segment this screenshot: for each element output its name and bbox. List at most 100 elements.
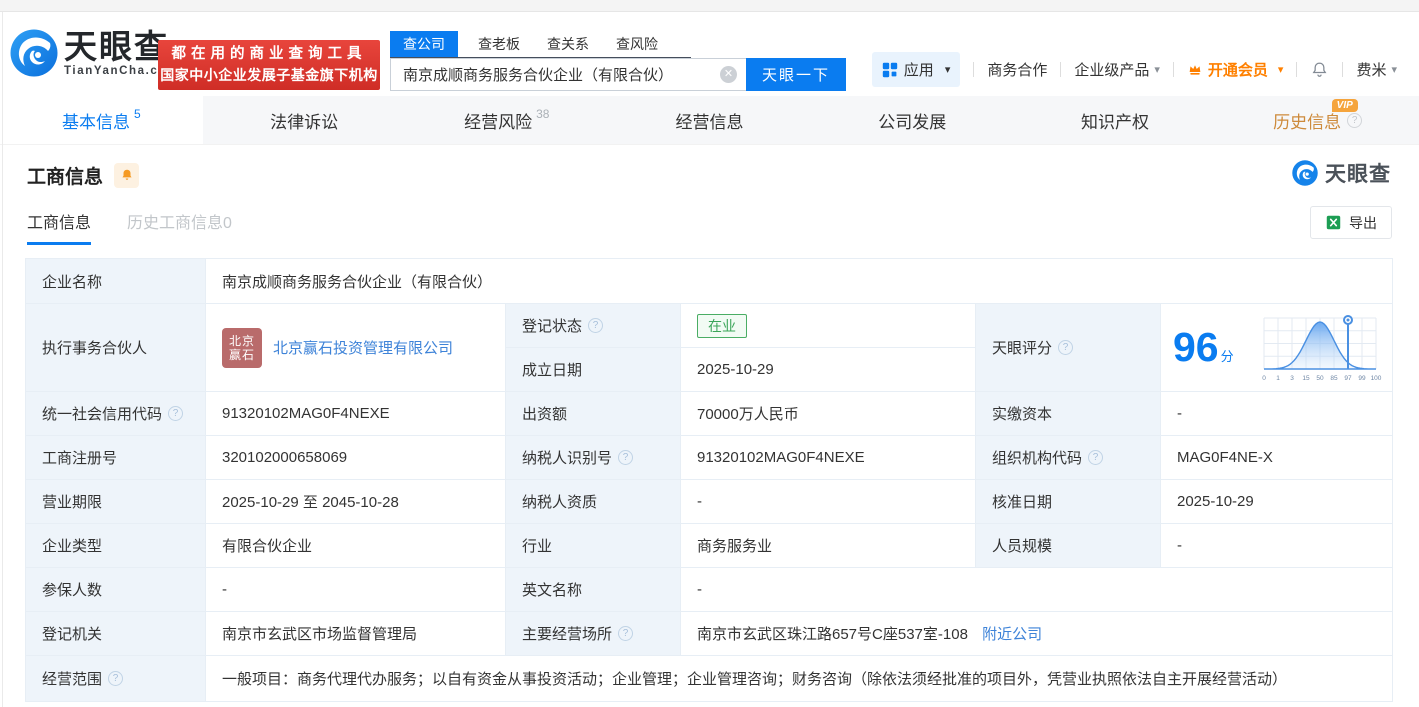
approval-date-value: 2025-10-29 [1159, 479, 1394, 524]
watermark-text: 天眼查 [1325, 163, 1391, 186]
credit-code-value: 91320102MAG0F4NEXE [205, 391, 506, 436]
reg-number-value: 320102000658069 [205, 435, 506, 480]
clear-search-icon[interactable]: ✕ [720, 66, 737, 83]
establish-date-value: 2025-10-29 [680, 347, 976, 392]
page-edge-line [2, 12, 3, 707]
tab-label: 经营信息 [675, 112, 744, 132]
nav-enterprise-products[interactable]: 企业级产品 ▾ [1074, 59, 1160, 80]
search-tab-risk[interactable]: 查风险 [616, 31, 658, 57]
help-icon[interactable]: ? [1058, 340, 1074, 355]
field-label: 实缴资本 [975, 391, 1161, 436]
export-label: 导出 [1349, 214, 1377, 231]
nav-cooperation[interactable]: 商务合作 [987, 59, 1047, 80]
user-menu[interactable]: 费米 ▾ [1356, 59, 1397, 80]
partner-company-link[interactable]: 北京赢石投资管理有限公司 [273, 337, 453, 358]
tab-operating-info[interactable]: 经营信息 [608, 96, 811, 144]
business-scope-value: 一般项目：商务代理代办服务；以自有资金从事投资活动；企业管理；企业管理咨询；财务… [204, 655, 1394, 702]
slogan-line2: 国家中小企业发展子基金旗下机构 [160, 67, 378, 83]
field-label: 出资额 [505, 391, 681, 436]
search-tab-relation[interactable]: 查关系 [547, 31, 589, 57]
table-row: 统一社会信用代码? 91320102MAG0F4NEXE 出资额 70000万人… [25, 391, 1394, 436]
insured-count-value: - [205, 567, 506, 612]
export-button[interactable]: 导出 [1310, 206, 1392, 239]
field-label: 纳税人资质 [505, 479, 681, 524]
field-label: 英文名称 [505, 567, 681, 612]
apps-label: 应用 [903, 62, 934, 79]
english-name-value: - [679, 567, 1394, 612]
chevron-down-icon: ▾ [1391, 64, 1397, 76]
slogan-line1: 都在用的商业查询工具 [171, 46, 367, 62]
help-icon[interactable]: ? [618, 626, 634, 641]
help-icon[interactable]: ? [1088, 450, 1104, 465]
tianyancha-logo[interactable]: 天眼查 TianYanCha.com [10, 29, 179, 77]
help-icon[interactable]: ? [588, 318, 604, 333]
tab-legal-proceedings[interactable]: 法律诉讼 [203, 96, 406, 144]
search-button[interactable]: 天眼一下 [746, 58, 846, 91]
search-input[interactable] [390, 58, 746, 91]
apps-menu[interactable]: 应用 ▾ [871, 52, 961, 87]
tab-intellectual-property[interactable]: 知识产权 [1014, 96, 1217, 144]
taxpayer-id-value: 91320102MAG0F4NEXE [680, 435, 976, 480]
field-label: 登记机关 [25, 611, 206, 656]
svg-text:15: 15 [1302, 375, 1310, 382]
tab-label: 知识产权 [1080, 112, 1149, 132]
svg-text:97: 97 [1344, 375, 1352, 382]
subtab-history-business-info[interactable]: 历史工商信息0 [127, 209, 232, 245]
field-label: 工商注册号 [25, 435, 206, 480]
field-label: 经营范围? [25, 655, 206, 702]
svg-text:100: 100 [1371, 375, 1382, 382]
field-label: 行业 [505, 523, 681, 568]
industry-value: 商务服务业 [680, 523, 976, 568]
nearby-companies-link[interactable]: 附近公司 [982, 626, 1042, 643]
tab-operating-risk[interactable]: 经营风险 38 [405, 96, 608, 144]
field-label: 组织机构代码? [975, 435, 1161, 480]
field-label: 营业期限 [25, 479, 206, 524]
tab-label: 历史信息 [1273, 112, 1342, 132]
partner-logo-line2: 赢石 [228, 347, 255, 362]
apps-grid-icon [882, 62, 897, 77]
chevron-down-icon: ▾ [1154, 64, 1160, 76]
tianyancha-swirl-icon [10, 29, 58, 77]
help-icon[interactable]: ? [108, 671, 124, 686]
field-label: 登记状态? [505, 303, 681, 348]
search-tab-company[interactable]: 查公司 [390, 31, 458, 57]
subscribe-bell-button[interactable] [114, 162, 140, 188]
field-label: 人员规模 [975, 523, 1161, 568]
subtab-business-info[interactable]: 工商信息 [27, 209, 92, 245]
field-label: 统一社会信用代码? [25, 391, 206, 436]
crown-icon [1189, 64, 1201, 75]
tab-company-development[interactable]: 公司发展 [811, 96, 1014, 144]
tab-basic-info[interactable]: 基本信息 5 [0, 96, 203, 144]
notifications-button[interactable] [1310, 60, 1329, 79]
business-info-table: 企业名称 南京成顺商务服务合伙企业（有限合伙） 执行事务合伙人 北京 赢石 北京… [25, 258, 1394, 702]
business-term-value: 2025-10-29 至 2045-10-28 [205, 479, 506, 524]
chevron-down-icon: ▾ [1277, 64, 1284, 76]
help-icon[interactable]: ? [168, 406, 184, 421]
search-tab-boss[interactable]: 查老板 [478, 31, 520, 57]
field-label: 主要经营场所? [505, 611, 681, 656]
site-header: 天眼查 TianYanCha.com 都在用的商业查询工具 国家中小企业发展子基… [0, 12, 1419, 96]
section-title: 工商信息 [27, 166, 104, 188]
field-label: 天眼评分? [975, 303, 1161, 392]
slogan-banner: 都在用的商业查询工具 国家中小企业发展子基金旗下机构 [158, 40, 380, 90]
vip-badge: VIP [1331, 99, 1358, 112]
bell-icon [1313, 62, 1327, 77]
field-label: 执行事务合伙人 [25, 303, 206, 392]
subtabs: 工商信息 历史工商信息0 [27, 209, 1392, 245]
bell-icon [121, 169, 132, 180]
divider [973, 62, 975, 77]
tab-label: 法律诉讼 [270, 112, 339, 132]
capital-value: 70000万人民币 [680, 391, 976, 436]
nav-open-vip[interactable]: 开通会员 ▾ [1187, 59, 1284, 80]
tab-history-info[interactable]: 历史信息 VIP ? [1216, 96, 1419, 144]
reg-status-cell: 在业 [680, 303, 976, 348]
help-icon[interactable]: ? [618, 450, 634, 465]
partner-logo-badge[interactable]: 北京 赢石 [222, 327, 262, 368]
svg-text:1: 1 [1276, 375, 1280, 382]
table-row: 登记机关 南京市玄武区市场监督管理局 主要经营场所? 南京市玄武区珠江路657号… [25, 611, 1394, 656]
table-row: 营业期限 2025-10-29 至 2045-10-28 纳税人资质 - 核准日… [25, 479, 1394, 524]
company-name-value: 南京成顺商务服务合伙企业（有限合伙） [204, 258, 1394, 304]
help-icon[interactable]: ? [1347, 112, 1363, 128]
table-row: 企业名称 南京成顺商务服务合伙企业（有限合伙） [25, 258, 1394, 304]
table-row: 工商注册号 320102000658069 纳税人识别号? 91320102MA… [25, 435, 1394, 480]
